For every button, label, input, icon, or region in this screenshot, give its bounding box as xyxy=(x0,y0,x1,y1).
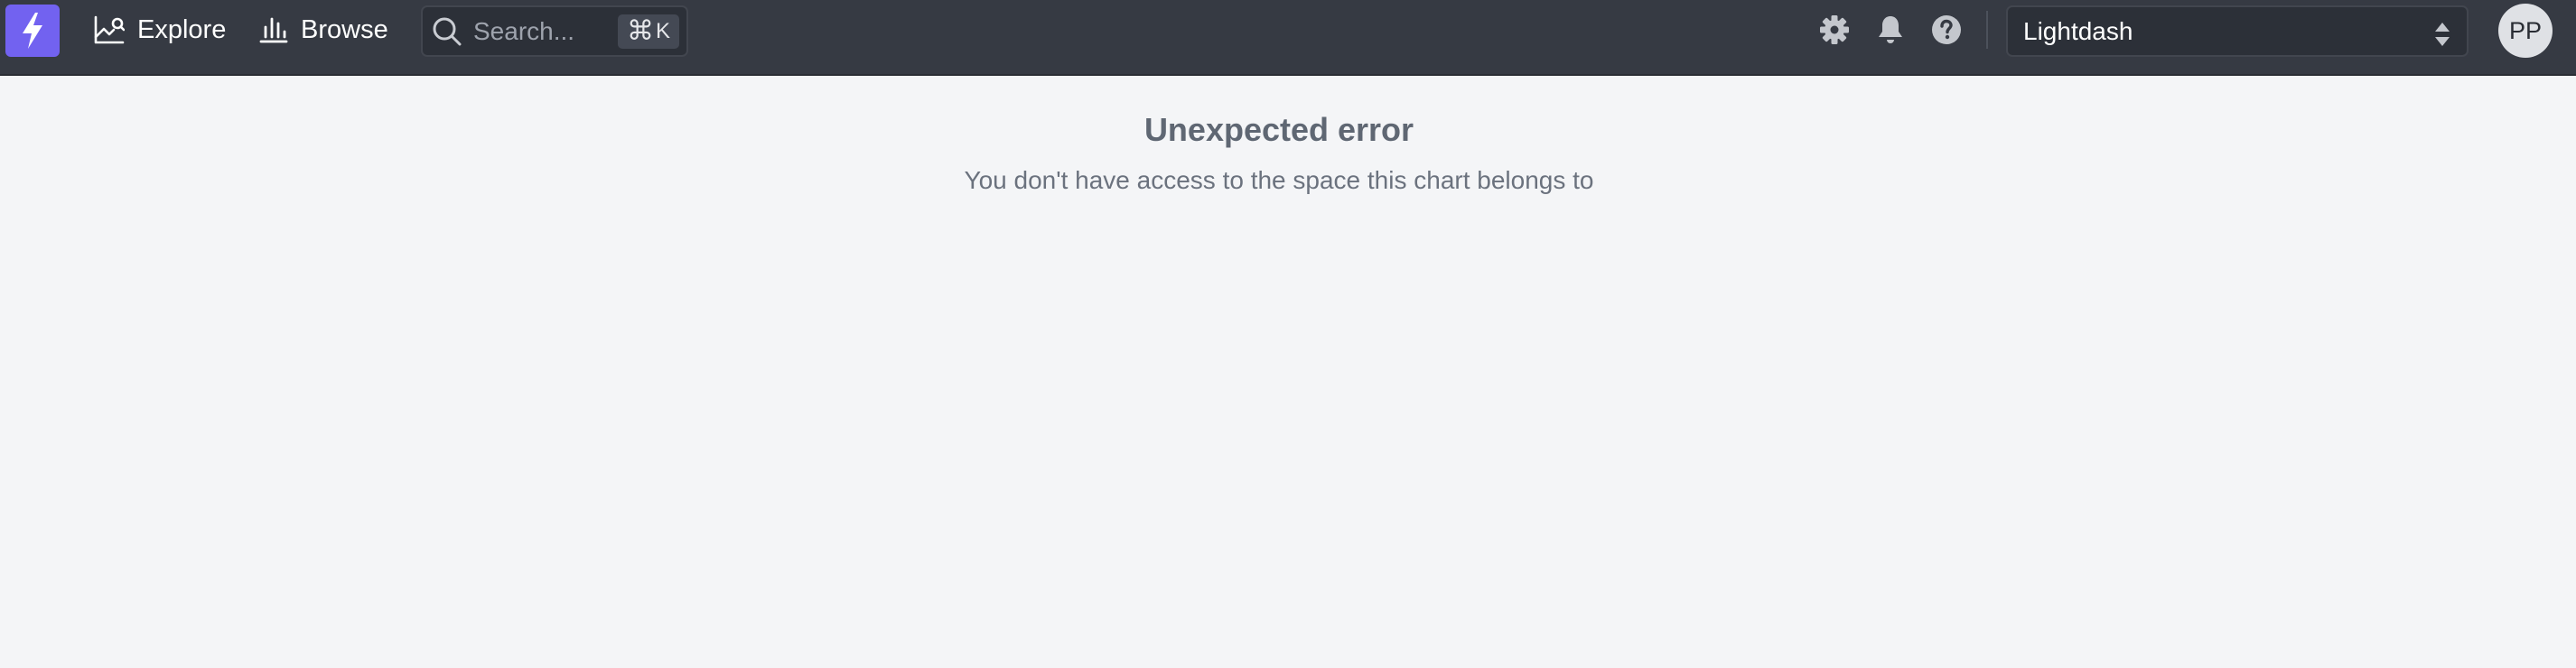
settings-button[interactable] xyxy=(1817,13,1852,47)
error-message: You don't have access to the space this … xyxy=(964,166,1594,194)
user-initials: PP xyxy=(2508,16,2543,44)
search-icon xyxy=(433,17,462,45)
select-arrows-icon xyxy=(2435,23,2450,46)
project-selector[interactable]: Lightdash xyxy=(2006,5,2469,57)
main-content: Unexpected error You don't have access t… xyxy=(0,78,2576,668)
help-button[interactable] xyxy=(1929,13,1964,47)
chart-explore-icon xyxy=(94,15,125,44)
search-shortcut-badge: ⌘ K xyxy=(617,14,679,49)
command-key-symbol: ⌘ xyxy=(626,15,654,47)
nav-explore-button[interactable]: Explore xyxy=(94,0,226,60)
lightdash-logo[interactable] xyxy=(5,5,60,57)
gear-icon xyxy=(1820,15,1849,44)
search-box[interactable]: Search... ⌘ K xyxy=(421,5,688,57)
notifications-button[interactable] xyxy=(1873,13,1908,47)
navbar-divider xyxy=(1986,11,1988,49)
nav-explore-label: Explore xyxy=(137,14,227,44)
help-icon xyxy=(1932,15,1961,44)
error-title: Unexpected error xyxy=(1143,111,1414,148)
top-navbar: Explore Browse Search... ⌘ K Lightdash P… xyxy=(0,0,2576,76)
shortcut-key: K xyxy=(655,18,670,43)
user-avatar[interactable]: PP xyxy=(2498,4,2553,58)
lightning-logo-icon xyxy=(23,13,42,49)
nav-browse-label: Browse xyxy=(301,14,388,44)
bar-chart-icon xyxy=(259,17,288,43)
project-selector-value: Lightdash xyxy=(2023,16,2133,45)
nav-browse-button[interactable]: Browse xyxy=(259,0,388,60)
bell-icon xyxy=(1879,16,1902,43)
search-placeholder: Search... xyxy=(473,16,575,45)
